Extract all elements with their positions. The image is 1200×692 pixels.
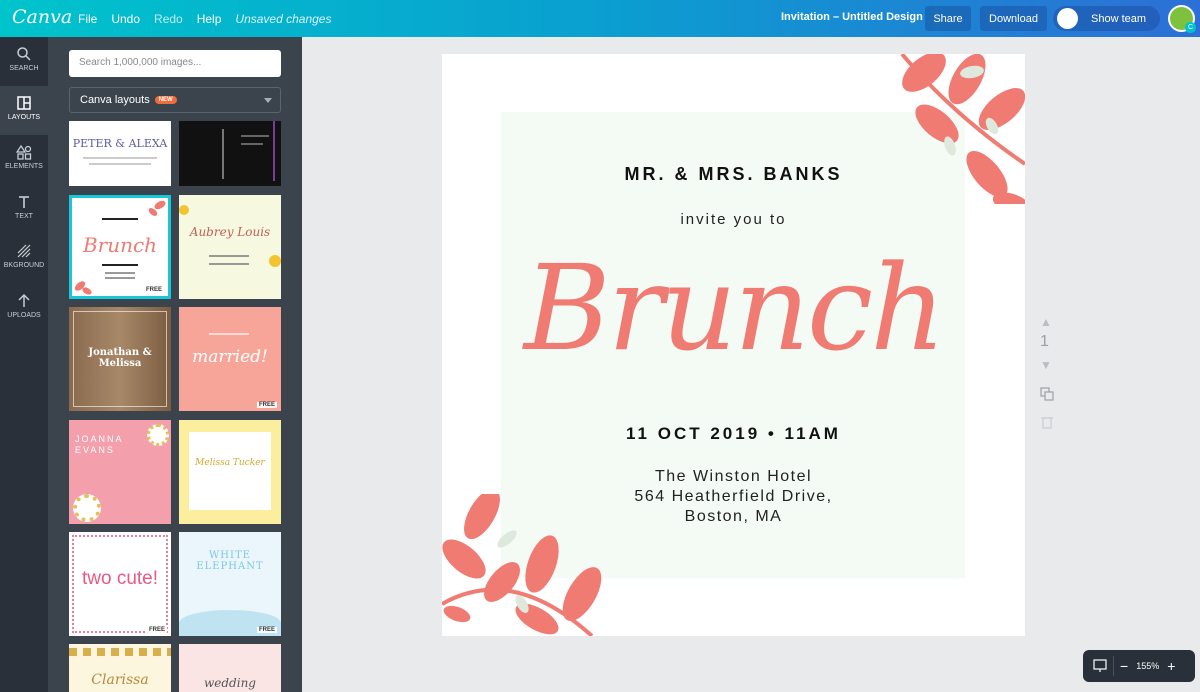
divider (1113, 656, 1114, 676)
thumbnail-title: WHITE ELEPHANT (196, 550, 264, 572)
sidebar-item-background[interactable]: BKGROUND (0, 234, 48, 283)
dropdown-label: Canva layouts (80, 94, 150, 106)
leaf-decoration-icon (148, 200, 166, 216)
avatar-initial: C (1185, 22, 1196, 33)
elements-icon (16, 144, 32, 160)
sidebar-item-uploads[interactable]: UPLOADS (0, 284, 48, 333)
chevron-up-icon[interactable]: ▲ (1040, 315, 1052, 329)
venue-address[interactable]: 564 Heatherfield Drive, (442, 488, 1025, 506)
background-icon (17, 244, 31, 258)
thumbnail-title: Aubrey Louis (189, 225, 271, 239)
layout-thumbnail[interactable]: PETER & ALEXA (69, 121, 171, 186)
layouts-icon (17, 96, 31, 110)
layout-thumbnail[interactable]: JOANNA EVANS (69, 420, 171, 524)
menu-help[interactable]: Help (197, 12, 222, 26)
sidebar-item-label: BKGROUND (3, 262, 45, 269)
design-page[interactable]: MR. & MRS. BANKS invite you to Brunch 11… (442, 54, 1025, 636)
sidebar-item-text[interactable]: TEXT (0, 185, 48, 234)
download-button[interactable]: Download (980, 6, 1047, 31)
sidebar-item-label: UPLOADS (7, 312, 41, 319)
thumbnail-title: Melissa Tucker (195, 458, 265, 468)
image-search-input[interactable]: Search 1,000,000 images... (69, 50, 281, 77)
top-bar: Canva File Undo Redo Help Unsaved change… (0, 0, 1200, 37)
canva-logo[interactable]: Canva (12, 6, 72, 28)
chevron-down-icon[interactable]: ▼ (1040, 358, 1052, 372)
new-badge: NEW (154, 96, 177, 104)
show-team-button[interactable]: Show team (1053, 6, 1160, 31)
layout-thumbnail[interactable] (179, 121, 281, 186)
zoom-level[interactable]: 155% (1136, 661, 1159, 671)
unsaved-status: Unsaved changes (235, 11, 332, 26)
invite-line[interactable]: invite you to (442, 211, 1025, 228)
host-names[interactable]: MR. & MRS. BANKS (442, 164, 1025, 185)
free-badge: FREE (146, 627, 167, 633)
thumbnail-title: two cute! (81, 568, 159, 589)
thumbnail-title: Brunch (82, 233, 158, 257)
text-icon (19, 196, 29, 208)
delete-page-icon[interactable] (1041, 415, 1053, 429)
layout-thumbnail[interactable]: wedding (179, 644, 281, 692)
presentation-icon[interactable] (1093, 659, 1107, 673)
thumbnail-title: Clarissa (91, 672, 149, 688)
menu-redo[interactable]: Redo (154, 12, 183, 26)
layout-thumbnail[interactable]: two cute! FREE (69, 532, 171, 636)
sidebar-item-search[interactable]: SEARCH (0, 37, 48, 86)
venue-city[interactable]: Boston, MA (442, 508, 1025, 526)
search-icon (17, 47, 31, 61)
uploads-icon (18, 293, 30, 307)
sidebar-rail: SEARCH LAYOUTS ELEMENTS TEXT BKGROUND UP… (0, 37, 48, 692)
zoom-out-button[interactable]: − (1120, 658, 1128, 674)
team-toggle-icon (1057, 8, 1078, 29)
zoom-in-button[interactable]: + (1167, 658, 1175, 674)
venue-name[interactable]: The Winston Hotel (442, 468, 1025, 486)
layout-thumbnail[interactable]: Aubrey Louis (179, 195, 281, 299)
free-badge: FREE (256, 402, 277, 408)
layout-thumbnail[interactable]: WHITE ELEPHANT FREE (179, 532, 281, 636)
menu-undo[interactable]: Undo (111, 12, 140, 26)
main-menu: File Undo Redo Help Unsaved changes (78, 0, 345, 37)
event-title[interactable]: Brunch (442, 239, 1025, 377)
thumbnail-title: PETER & ALEXA (72, 137, 168, 150)
sidebar-item-label: TEXT (15, 213, 33, 220)
layout-thumbnail[interactable]: Jonathan & Melissa (69, 307, 171, 411)
layouts-panel: Search 1,000,000 images... Canva layouts… (48, 37, 302, 692)
layout-thumbnail[interactable]: Melissa Tucker (179, 420, 281, 524)
thumbnail-title: married! (192, 347, 268, 367)
menu-file[interactable]: File (78, 12, 97, 26)
show-team-label: Show team (1091, 12, 1147, 25)
zoom-toolbar: − 155% + (1083, 650, 1195, 682)
chevron-down-icon (264, 98, 272, 103)
avatar[interactable]: C (1168, 5, 1196, 33)
layout-thumbnail-selected[interactable]: Brunch FREE (69, 195, 171, 299)
leaf-decoration-icon (74, 281, 92, 295)
thumbnail-title: JOANNA EVANS (75, 434, 124, 455)
share-button[interactable]: Share (925, 6, 971, 31)
thumbnail-title: wedding (204, 676, 256, 690)
sidebar-item-label: SEARCH (9, 65, 39, 72)
sidebar-item-label: LAYOUTS (7, 114, 41, 121)
free-badge: FREE (143, 287, 164, 293)
sidebar-item-elements[interactable]: ELEMENTS (0, 135, 48, 184)
layouts-dropdown[interactable]: Canva layouts NEW (69, 87, 281, 113)
layout-thumbnail[interactable]: Clarissa (69, 644, 171, 692)
thumbnail-title: Jonathan & Melissa (88, 347, 152, 369)
layout-thumbnail[interactable]: married! FREE (179, 307, 281, 411)
free-badge: FREE (256, 627, 277, 633)
duplicate-page-icon[interactable] (1040, 387, 1054, 401)
sidebar-item-layouts[interactable]: LAYOUTS (0, 86, 48, 135)
event-date[interactable]: 11 OCT 2019 • 11AM (442, 424, 1025, 444)
document-title[interactable]: Invitation – Untitled Design (781, 11, 923, 23)
page-number: 1 (1040, 333, 1049, 350)
sidebar-item-label: ELEMENTS (5, 163, 43, 170)
